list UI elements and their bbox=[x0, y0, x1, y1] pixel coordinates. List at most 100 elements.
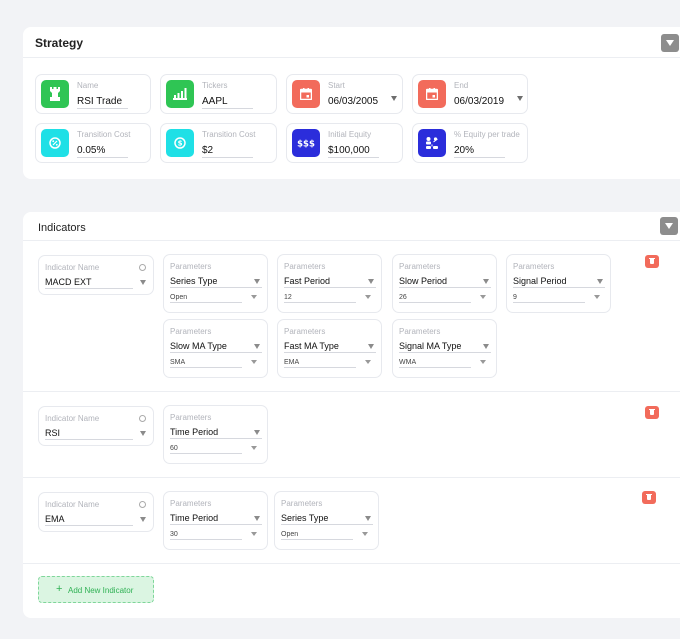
indicator-name-underline bbox=[45, 439, 133, 440]
chevron-down-icon[interactable] bbox=[251, 295, 257, 299]
equity-per-trade-card[interactable]: % Equity per trade 20% bbox=[412, 123, 528, 163]
delete-indicator-button[interactable] bbox=[645, 255, 659, 268]
chevron-down-icon[interactable] bbox=[594, 295, 600, 299]
parameter-name[interactable]: Slow MA Type bbox=[170, 341, 227, 351]
chevron-down-icon[interactable] bbox=[254, 344, 260, 349]
delete-indicator-button[interactable] bbox=[642, 491, 656, 504]
add-indicator-button[interactable]: + Add New Indicator bbox=[38, 576, 154, 603]
chevron-down-icon[interactable] bbox=[254, 430, 260, 435]
end-dropdown-caret[interactable] bbox=[517, 96, 523, 101]
collapse-indicators-button[interactable] bbox=[660, 217, 678, 235]
name-card[interactable]: Name RSI Trade bbox=[35, 74, 151, 114]
parameter-name-underline bbox=[170, 352, 262, 353]
start-dropdown-caret[interactable] bbox=[391, 96, 397, 101]
end-value[interactable]: 06/03/2019 bbox=[454, 96, 504, 107]
parameter-name[interactable]: Slow Period bbox=[399, 276, 447, 286]
parameter-value[interactable]: 30 bbox=[170, 531, 178, 538]
chevron-down-icon[interactable] bbox=[251, 532, 257, 536]
parameters-label: Parameters bbox=[513, 262, 555, 271]
parameter-name[interactable]: Series Type bbox=[170, 276, 217, 286]
parameter-box[interactable]: Parameters Fast MA Type EMA bbox=[277, 319, 382, 378]
parameter-name[interactable]: Signal MA Type bbox=[399, 341, 461, 351]
chevron-down-icon[interactable] bbox=[483, 279, 489, 284]
end-date-card[interactable]: End 06/03/2019 bbox=[412, 74, 528, 114]
indicator-name-select[interactable]: Indicator Name EMA bbox=[38, 492, 154, 532]
parameter-box[interactable]: Parameters Series Type Open bbox=[274, 491, 379, 550]
parameter-value[interactable]: 12 bbox=[284, 294, 292, 301]
info-icon[interactable] bbox=[139, 415, 146, 422]
start-value[interactable]: 06/03/2005 bbox=[328, 96, 378, 107]
delete-indicator-button[interactable] bbox=[645, 406, 659, 419]
parameter-box[interactable]: Parameters Series Type Open bbox=[163, 254, 268, 313]
chevron-down-icon[interactable] bbox=[362, 532, 368, 536]
info-icon[interactable] bbox=[139, 501, 146, 508]
initial-equity-label: Initial Equity bbox=[328, 130, 372, 139]
transition-cost-percent-value[interactable]: 0.05% bbox=[77, 145, 105, 156]
chevron-down-icon[interactable] bbox=[368, 344, 374, 349]
parameter-name[interactable]: Series Type bbox=[281, 513, 328, 523]
parameters-label: Parameters bbox=[284, 327, 326, 336]
tickers-value[interactable]: AAPL bbox=[202, 96, 228, 107]
initial-equity-value[interactable]: $100,000 bbox=[328, 145, 370, 156]
parameter-box[interactable]: Parameters Slow MA Type SMA bbox=[163, 319, 268, 378]
transition-cost-fixed-card[interactable]: $ Transition Cost $2 bbox=[160, 123, 277, 163]
chevron-down-icon[interactable] bbox=[140, 517, 146, 522]
parameter-value[interactable]: 9 bbox=[513, 294, 517, 301]
add-indicator-label: Add New Indicator bbox=[68, 586, 134, 595]
parameter-value[interactable]: EMA bbox=[284, 359, 299, 366]
parameter-box[interactable]: Parameters Fast Period 12 bbox=[277, 254, 382, 313]
parameter-value[interactable]: 26 bbox=[399, 294, 407, 301]
parameter-box[interactable]: Parameters Time Period 30 bbox=[163, 491, 268, 550]
collapse-strategy-button[interactable] bbox=[661, 34, 679, 52]
indicator-name-value[interactable]: RSI bbox=[45, 428, 60, 438]
chevron-down-icon[interactable] bbox=[140, 431, 146, 436]
parameter-name[interactable]: Fast MA Type bbox=[284, 341, 339, 351]
parameter-value-underline bbox=[170, 367, 242, 368]
row-divider bbox=[23, 563, 680, 564]
start-date-card[interactable]: Start 06/03/2005 bbox=[286, 74, 403, 114]
end-label: End bbox=[454, 81, 469, 90]
transition-cost-fixed-underline bbox=[202, 157, 253, 158]
chevron-down-icon[interactable] bbox=[254, 279, 260, 284]
info-icon[interactable] bbox=[139, 264, 146, 271]
parameter-value[interactable]: Open bbox=[170, 294, 187, 301]
parameter-value-underline bbox=[170, 539, 242, 540]
parameter-value-underline bbox=[399, 302, 471, 303]
name-value[interactable]: RSI Trade bbox=[77, 96, 122, 107]
chevron-down-icon[interactable] bbox=[480, 360, 486, 364]
indicator-name-select[interactable]: Indicator Name MACD EXT bbox=[38, 255, 154, 295]
parameter-box[interactable]: Parameters Signal MA Type WMA bbox=[392, 319, 497, 378]
parameter-value[interactable]: Open bbox=[281, 531, 298, 538]
parameter-name[interactable]: Time Period bbox=[170, 513, 218, 523]
parameter-value-underline bbox=[284, 302, 356, 303]
chevron-down-icon[interactable] bbox=[254, 516, 260, 521]
transition-cost-fixed-value[interactable]: $2 bbox=[202, 145, 213, 156]
chevron-down-icon[interactable] bbox=[140, 280, 146, 285]
indicator-name-select[interactable]: Indicator Name RSI bbox=[38, 406, 154, 446]
parameter-name-underline bbox=[399, 287, 491, 288]
chevron-down-icon[interactable] bbox=[480, 295, 486, 299]
chevron-down-icon[interactable] bbox=[251, 360, 257, 364]
chevron-down-icon[interactable] bbox=[483, 344, 489, 349]
chevron-down-icon[interactable] bbox=[365, 295, 371, 299]
indicator-name-value[interactable]: EMA bbox=[45, 514, 65, 524]
indicator-name-value[interactable]: MACD EXT bbox=[45, 277, 92, 287]
equity-per-trade-value[interactable]: 20% bbox=[454, 145, 474, 156]
chevron-down-icon[interactable] bbox=[597, 279, 603, 284]
chevron-down-icon[interactable] bbox=[365, 360, 371, 364]
parameter-box[interactable]: Parameters Signal Period 9 bbox=[506, 254, 611, 313]
chevron-down-icon[interactable] bbox=[365, 516, 371, 521]
parameter-box[interactable]: Parameters Time Period 60 bbox=[163, 405, 268, 464]
parameter-value[interactable]: SMA bbox=[170, 359, 185, 366]
transition-cost-percent-card[interactable]: Transition Cost 0.05% bbox=[35, 123, 151, 163]
parameter-name[interactable]: Fast Period bbox=[284, 276, 330, 286]
parameter-value[interactable]: WMA bbox=[399, 359, 416, 366]
tickers-card[interactable]: Tickers AAPL bbox=[160, 74, 277, 114]
parameter-box[interactable]: Parameters Slow Period 26 bbox=[392, 254, 497, 313]
parameter-value[interactable]: 60 bbox=[170, 445, 178, 452]
parameter-name[interactable]: Signal Period bbox=[513, 276, 567, 286]
chevron-down-icon[interactable] bbox=[368, 279, 374, 284]
parameter-name[interactable]: Time Period bbox=[170, 427, 218, 437]
initial-equity-card[interactable]: $$$ Initial Equity $100,000 bbox=[286, 123, 403, 163]
chevron-down-icon[interactable] bbox=[251, 446, 257, 450]
